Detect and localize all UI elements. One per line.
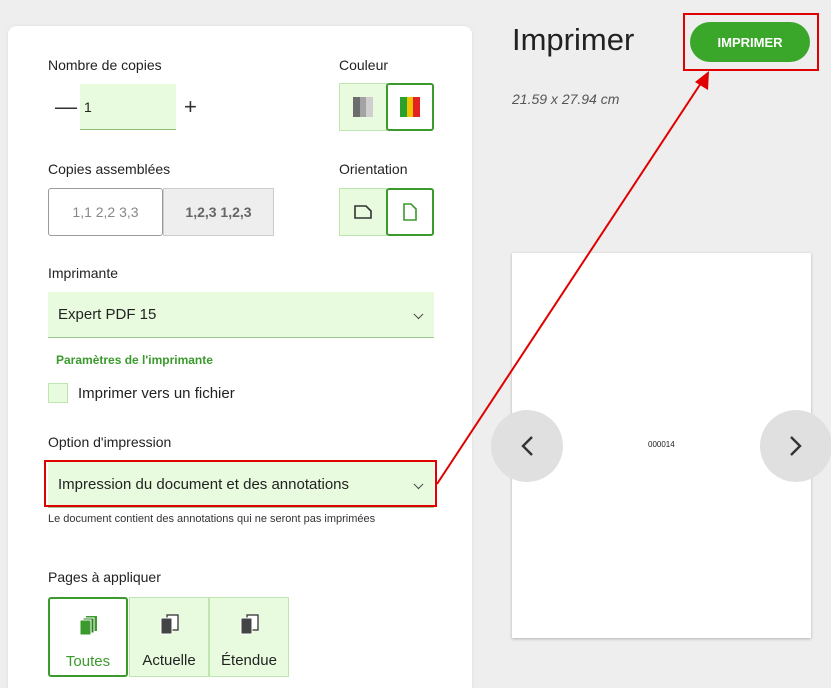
- annotation-arrow: [436, 71, 709, 485]
